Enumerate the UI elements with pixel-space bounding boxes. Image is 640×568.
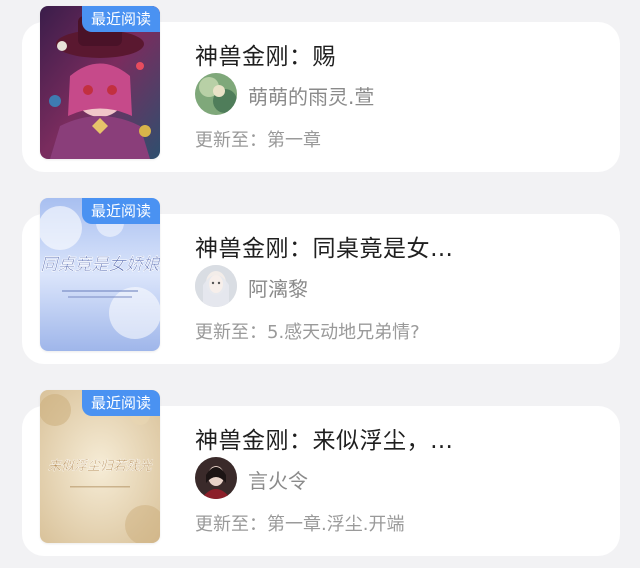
book-cover-image[interactable]: 来似浮尘归若残光 最近阅读 [40,390,160,543]
book-cover-image[interactable]: 最近阅读 [40,6,160,159]
author-name[interactable]: 言火令 [248,465,308,494]
author-avatar[interactable] [195,265,237,307]
book-cover-image[interactable]: 同桌竟是女娇娘 最近阅读 [40,198,160,351]
book-card[interactable]: 最近阅读 神兽金刚：赐 萌萌的雨灵.萱 更新至：第一章 [22,6,620,172]
book-title[interactable]: 神兽金刚：来似浮尘，… [195,421,454,455]
author-name[interactable]: 阿漓黎 [248,273,308,302]
book-card[interactable]: 同桌竟是女娇娘 最近阅读 神兽金刚：同桌竟是女… 阿漓黎 更新至：5.感天动地兄… [22,198,620,364]
update-prefix: 更新至： [195,514,267,535]
update-chapter: 第一章.浮尘.开端 [267,514,405,535]
update-status: 更新至：5.感天动地兄弟情? [195,318,420,344]
book-card[interactable]: 来似浮尘归若残光 最近阅读 神兽金刚：来似浮尘，… 言火令 更新至：第一章.浮尘… [22,390,620,556]
author-avatar[interactable] [195,457,237,499]
update-chapter: 5.感天动地兄弟情? [267,322,420,343]
update-chapter: 第一章 [267,130,321,151]
cover-title-text: 来似浮尘归若残光 [48,459,153,474]
update-status: 更新至：第一章.浮尘.开端 [195,510,404,536]
update-status: 更新至：第一章 [195,126,321,152]
book-title[interactable]: 神兽金刚：赐 [195,37,336,71]
cover-title-text: 同桌竟是女娇娘 [41,255,161,275]
recent-reading-badge: 最近阅读 [82,390,160,416]
recent-reading-badge: 最近阅读 [82,198,160,224]
recent-reading-badge: 最近阅读 [82,6,160,32]
author-name[interactable]: 萌萌的雨灵.萱 [248,81,374,110]
book-title[interactable]: 神兽金刚：同桌竟是女… [195,229,454,263]
author-avatar[interactable] [195,73,237,115]
update-prefix: 更新至： [195,130,267,151]
update-prefix: 更新至： [195,322,267,343]
recent-reading-list: 最近阅读 神兽金刚：赐 萌萌的雨灵.萱 更新至：第一章 同桌竟是女娇娘 最近阅读… [0,0,640,568]
